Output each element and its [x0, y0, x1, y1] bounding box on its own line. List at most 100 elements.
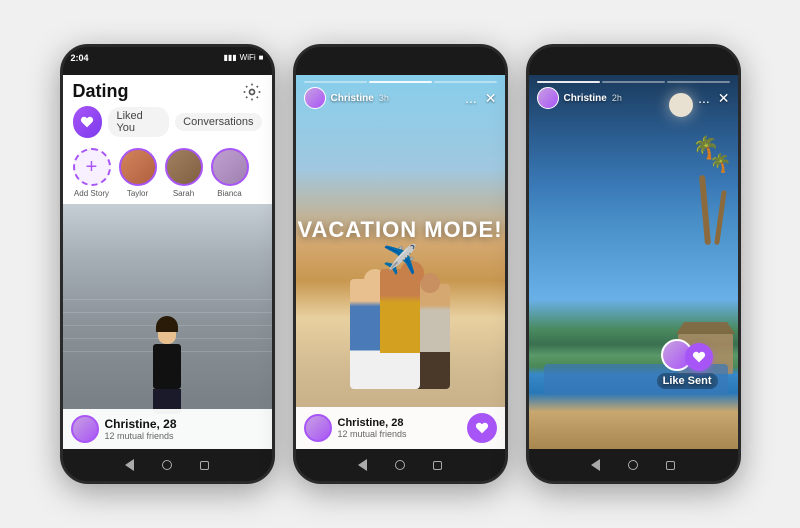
phone-3: 🌴 🌴 Christine 2h	[526, 44, 741, 484]
tab-liked-you[interactable]: Liked You	[108, 107, 169, 137]
story-user-info: Christine 3h	[304, 87, 389, 109]
resort-story-time: 2h	[612, 93, 622, 103]
story-time: 3h	[379, 93, 389, 103]
phone2-top-bar	[296, 47, 505, 75]
tab-conversations[interactable]: Conversations	[175, 113, 261, 131]
story-bianca[interactable]: Bianca	[211, 148, 249, 198]
resort-more-options-icon[interactable]: ...	[698, 90, 710, 106]
vacation-label: VACATION MODE!	[297, 217, 502, 243]
progress-bar-2	[369, 81, 432, 83]
phone1-screen: Dating Liked You Conversations + Add Sto…	[63, 75, 272, 449]
stair-line-2	[63, 312, 272, 313]
home-button[interactable]	[162, 460, 172, 470]
back-button-3[interactable]	[591, 459, 600, 471]
story-progress-bars	[304, 81, 497, 83]
vacation-emoji: ✈️	[297, 243, 502, 276]
resort-progress-3	[667, 81, 730, 83]
story-header-row: Christine 3h ... ✕	[304, 87, 497, 109]
phone3-top-bar	[529, 47, 738, 75]
palm-trunk-2	[714, 190, 727, 245]
tab-row: Liked You Conversations	[63, 106, 272, 144]
like-sent-label: Like Sent	[657, 373, 718, 389]
palm-top-2: 🌴	[709, 153, 731, 174]
recents-button[interactable]	[200, 461, 209, 470]
plus-icon: +	[86, 157, 98, 177]
wifi-icon: WiFi	[240, 53, 256, 62]
story-screen: Christine 3h ... ✕ VACATION MODE! ✈️	[296, 75, 505, 449]
liked-you-avatar	[73, 106, 103, 138]
taylor-label: Taylor	[127, 189, 148, 198]
phone2-nav	[296, 449, 505, 481]
settings-icon[interactable]	[242, 82, 262, 102]
profile-mini-avatar	[71, 415, 99, 443]
status-icons: ▮▮▮ WiFi ■	[223, 53, 263, 62]
story-profile-name: Christine, 28	[338, 417, 407, 429]
profile-card[interactable]: Christine, 28 12 mutual friends	[63, 204, 272, 449]
phone3-nav	[529, 449, 738, 481]
notch	[137, 54, 197, 68]
resort-progress-2	[602, 81, 665, 83]
palm-trunk-1	[698, 175, 710, 245]
torso	[153, 344, 181, 389]
like-heart-icon	[685, 343, 713, 371]
add-story-label: Add Story	[74, 189, 109, 198]
app-title: Dating	[73, 81, 129, 102]
sarah-label: Sarah	[173, 189, 194, 198]
home-button-3[interactable]	[628, 460, 638, 470]
story-profile-left: Christine, 28 12 mutual friends	[304, 414, 407, 442]
story-profile-mutual: 12 mutual friends	[338, 429, 407, 439]
sarah-avatar-circle	[165, 148, 203, 186]
notch2	[370, 54, 430, 68]
phone3-screen: 🌴 🌴 Christine 2h	[529, 75, 738, 449]
profile-name: Christine, 28	[105, 417, 177, 431]
story-sarah[interactable]: Sarah	[165, 148, 203, 198]
resort-story-header-row: Christine 2h ... ✕	[537, 87, 730, 109]
taylor-avatar-circle	[119, 148, 157, 186]
more-options-icon[interactable]: ...	[465, 90, 477, 106]
notch3	[603, 54, 663, 68]
resort-progress-bars	[537, 81, 730, 83]
profile-info-bar: Christine, 28 12 mutual friends	[63, 409, 272, 449]
close-icon[interactable]: ✕	[485, 91, 497, 105]
beach-person-2	[380, 269, 420, 389]
resort-story-user-info: Christine 2h	[537, 87, 622, 109]
stories-row: + Add Story Taylor Sarah Bianca	[63, 144, 272, 204]
back-button[interactable]	[125, 459, 134, 471]
phone-2: Christine 3h ... ✕ VACATION MODE! ✈️	[293, 44, 508, 484]
beach-people	[340, 259, 460, 389]
add-story-circle[interactable]: +	[73, 148, 111, 186]
like-button[interactable]	[467, 413, 497, 443]
like-sent-overlay: Like Sent	[657, 325, 718, 389]
resort-progress-1	[537, 81, 600, 83]
progress-bar-1	[304, 81, 367, 83]
bianca-avatar-circle	[211, 148, 249, 186]
recents-button-2[interactable]	[433, 461, 442, 470]
story-actions: ... ✕	[465, 90, 496, 106]
resort-story-username: Christine	[564, 93, 607, 104]
recents-button-3[interactable]	[666, 461, 675, 470]
story-mini-avatar	[304, 414, 332, 442]
home-button-2[interactable]	[395, 460, 405, 470]
vacation-overlay: VACATION MODE! ✈️	[297, 217, 502, 276]
phone1-top-bar: 2:04 ▮▮▮ WiFi ■	[63, 47, 272, 75]
hair	[156, 316, 178, 332]
resort-story-actions: ... ✕	[698, 90, 729, 106]
palm-trees: 🌴 🌴	[668, 125, 728, 245]
resort-close-icon[interactable]: ✕	[718, 91, 730, 105]
story-username: Christine	[331, 93, 374, 104]
phone1-nav	[63, 449, 272, 481]
add-story-item[interactable]: + Add Story	[73, 148, 111, 198]
signal-icon: ▮▮▮	[223, 53, 236, 62]
stair-line-1	[63, 299, 272, 300]
status-time: 2:04	[71, 53, 89, 63]
story-overlay-top: Christine 3h ... ✕	[296, 75, 505, 113]
battery-icon: ■	[259, 53, 264, 62]
bianca-label: Bianca	[217, 189, 241, 198]
progress-bar-3	[434, 81, 497, 83]
story-taylor[interactable]: Taylor	[119, 148, 157, 198]
story-user-avatar	[304, 87, 326, 109]
like-sent-avatars	[661, 325, 713, 371]
back-button-2[interactable]	[358, 459, 367, 471]
resort-story-overlay-top: Christine 2h ... ✕	[529, 75, 738, 113]
resort-story-screen: 🌴 🌴 Christine 2h	[529, 75, 738, 449]
